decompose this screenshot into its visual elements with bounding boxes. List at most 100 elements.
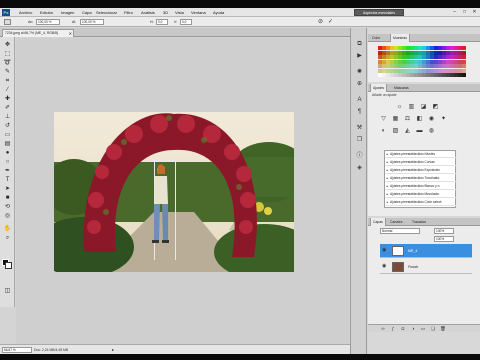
color-swatch[interactable] — [462, 59, 466, 64]
character-icon[interactable]: A — [355, 96, 364, 104]
color-swatch[interactable] — [462, 46, 466, 50]
3d-rotate-icon[interactable]: ⟲ — [3, 203, 12, 211]
exposure-icon[interactable]: ◩ — [432, 104, 439, 111]
layer-row-me4[interactable]: ◉ ME_4 — [380, 244, 472, 258]
dodge-icon[interactable]: ○ — [3, 158, 12, 166]
tab-channels[interactable]: Canales — [388, 218, 404, 226]
visibility-eye-icon[interactable]: ◉ — [382, 263, 388, 269]
layer-style-icon[interactable]: ƒ — [390, 326, 396, 332]
eraser-icon[interactable]: ▭ — [3, 131, 12, 139]
horizontal-skew-field[interactable]: 0,0 — [156, 19, 168, 25]
visibility-eye-icon[interactable]: ◉ — [382, 247, 388, 253]
preset-item[interactable]: ▸ Ajustes preestablecidos Curvas — [385, 159, 457, 166]
clone-source-icon[interactable]: ⊕ — [355, 80, 364, 88]
shape-icon[interactable]: ■ — [3, 194, 12, 202]
zoom-level-field[interactable]: 66,67 % — [2, 347, 32, 353]
document-tab-close-icon[interactable]: ✕ — [69, 30, 72, 37]
height-field[interactable]: 100,00 % — [80, 19, 104, 25]
menu-ventana[interactable]: Ventana — [191, 8, 206, 17]
link-layers-icon[interactable]: ∞ — [380, 326, 386, 332]
reference-point-icon[interactable] — [4, 19, 11, 25]
layer-row-fondo[interactable]: ◉ Fondo — [380, 260, 472, 274]
minimize-icon[interactable]: – — [450, 9, 459, 16]
tab-paths[interactable]: Trazados — [410, 218, 428, 226]
add-mask-icon[interactable]: ◘ — [400, 326, 406, 332]
maximize-icon[interactable]: □ — [460, 9, 469, 16]
black-white-icon[interactable]: ◧ — [416, 116, 423, 123]
3d-orbit-icon[interactable]: ◎ — [3, 212, 12, 220]
tab-swatches[interactable]: Muestras — [390, 34, 410, 42]
path-select-icon[interactable]: ➤ — [3, 185, 12, 193]
document-image[interactable] — [54, 112, 294, 272]
marquee-icon[interactable]: ⬚ — [3, 50, 12, 58]
close-icon[interactable]: ✕ — [470, 9, 479, 16]
menu-3d[interactable]: 3D — [163, 8, 168, 17]
cancel-transform-icon[interactable]: ⊘ — [318, 19, 325, 25]
adjustment-layer-icon[interactable]: ◑ — [410, 326, 416, 332]
vibrance-icon[interactable]: ▽ — [380, 116, 387, 123]
delete-layer-icon[interactable]: 🗑 — [440, 326, 446, 332]
blur-icon[interactable]: ● — [3, 149, 12, 157]
navigator-icon[interactable]: ◈ — [355, 164, 364, 172]
history-brush-icon[interactable]: ↺ — [3, 122, 12, 130]
tab-color[interactable]: Color — [370, 34, 382, 42]
vertical-skew-field[interactable]: 0,0 — [180, 19, 192, 25]
crop-icon[interactable]: ⌗ — [3, 77, 12, 85]
color-balance-icon[interactable]: ⚖ — [404, 116, 411, 123]
hand-icon[interactable]: ✋ — [3, 225, 12, 233]
new-layer-icon[interactable]: ❏ — [430, 326, 436, 332]
preset-item[interactable]: ▸ Ajustes preestablecidos Exposición — [385, 167, 457, 174]
tab-masks[interactable]: Máscaras — [392, 84, 411, 92]
swatch-grid[interactable] — [378, 46, 468, 79]
quick-mask-icon[interactable]: ◫ — [3, 287, 12, 295]
color-swatch[interactable] — [462, 68, 466, 73]
commit-transform-icon[interactable]: ✓ — [328, 19, 335, 25]
channel-mixer-icon[interactable]: ✦ — [440, 116, 447, 123]
color-swatch[interactable] — [462, 64, 466, 68]
eyedropper-icon[interactable]: ⁄ — [3, 86, 12, 94]
type-icon[interactable]: T — [3, 176, 12, 184]
opacity-field[interactable]: 100% — [434, 228, 454, 234]
healing-icon[interactable]: ✚ — [3, 95, 12, 103]
lasso-icon[interactable]: ➰ — [3, 59, 12, 67]
menu-edicion[interactable]: Edición — [40, 8, 53, 17]
photo-filter-icon[interactable]: ◉ — [428, 116, 435, 123]
preset-item[interactable]: ▸ Ajustes preestablecidos Tono/satur. — [385, 175, 457, 182]
menu-analisis[interactable]: Análisis — [141, 8, 155, 17]
pen-icon[interactable]: ✒ — [3, 167, 12, 175]
background-color-swatch[interactable] — [5, 262, 12, 269]
brush-icon[interactable]: ✐ — [3, 104, 12, 112]
tool-presets-icon[interactable]: ⚒ — [355, 124, 364, 132]
posterize-icon[interactable]: ▨ — [392, 128, 399, 135]
actions-icon[interactable]: ▶ — [355, 52, 364, 60]
document-tab[interactable]: 7234.jpeg al 66,7% (ME_4, RGB/8) ✕ — [2, 29, 74, 37]
color-swatch[interactable] — [462, 50, 466, 55]
zoom-icon[interactable]: ⌕ — [3, 234, 12, 242]
menu-imagen[interactable]: Imagen — [61, 8, 74, 17]
gradient-map-icon[interactable]: ▬ — [416, 128, 423, 135]
tab-layers[interactable]: Capas — [370, 218, 386, 226]
menu-capa[interactable]: Capa — [82, 8, 92, 17]
move-icon[interactable]: ✥ — [3, 41, 12, 49]
menu-archivo[interactable]: Archivo — [19, 8, 32, 17]
menu-seleccionar[interactable]: Seleccionar — [96, 8, 117, 17]
preset-item[interactable]: ▸ Ajustes preestablecidos Blanco y n. — [385, 183, 457, 190]
gradient-icon[interactable]: ▤ — [3, 140, 12, 148]
quick-select-icon[interactable]: ✎ — [3, 68, 12, 76]
curves-icon[interactable]: ◪ — [420, 104, 427, 111]
preset-item[interactable]: ▸ Ajustes preestablecidos Mezclador — [385, 191, 457, 198]
menu-ayuda[interactable]: Ayuda — [213, 8, 224, 17]
levels-icon[interactable]: ▥ — [408, 104, 415, 111]
color-swatch[interactable] — [462, 73, 466, 77]
history-icon[interactable]: ⧉ — [355, 40, 364, 48]
preset-item[interactable]: ▸ Ajustes preestablecidos Niveles — [385, 151, 457, 158]
fill-field[interactable]: 100% — [434, 236, 454, 242]
threshold-icon[interactable]: ◭ — [404, 128, 411, 135]
invert-icon[interactable]: ◐ — [380, 128, 387, 135]
menu-filtro[interactable]: Filtro — [124, 8, 133, 17]
tab-adjustments[interactable]: Ajustes — [370, 84, 388, 92]
layer-comps-icon[interactable]: ❐ — [355, 136, 364, 144]
paragraph-icon[interactable]: ¶ — [355, 108, 364, 116]
color-swatch[interactable] — [462, 55, 466, 59]
workspace-button[interactable]: Aspectos esenciales — [354, 9, 404, 16]
